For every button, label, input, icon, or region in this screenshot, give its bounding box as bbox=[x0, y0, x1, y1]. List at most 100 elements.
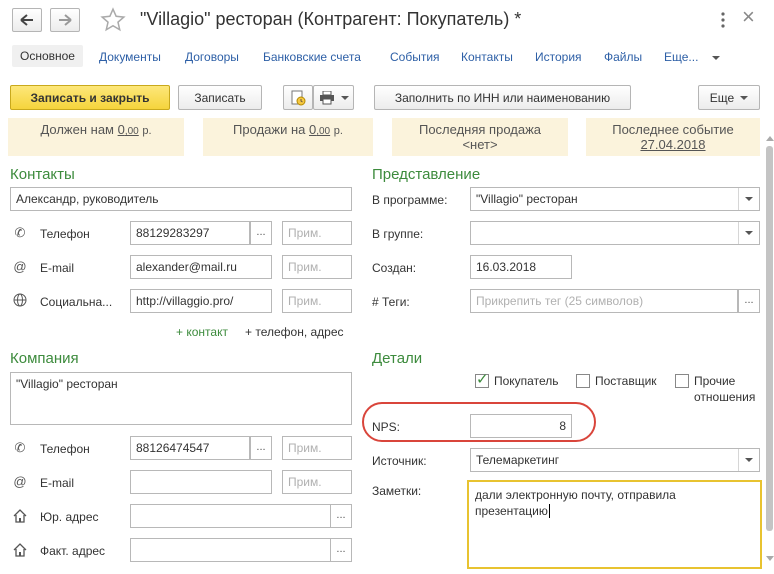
last-event-value[interactable]: 27.04.2018 bbox=[586, 137, 760, 152]
tags-select-button[interactable]: ... bbox=[738, 289, 760, 313]
contact-social-field[interactable]: http://villaggio.pro/ bbox=[130, 289, 272, 313]
contacts-title: Контакты bbox=[10, 166, 75, 183]
tab-contacts[interactable]: Контакты bbox=[461, 50, 513, 64]
tab-more[interactable]: Еще... bbox=[664, 50, 698, 64]
window-title: "Villagio" ресторан (Контрагент: Покупат… bbox=[140, 9, 522, 29]
scroll-up-icon[interactable] bbox=[766, 136, 774, 141]
last-sale-label: Последняя продажа bbox=[418, 122, 541, 137]
more-chevron-icon bbox=[740, 95, 749, 100]
last-event-cell: Последнее событие 27.04.2018 bbox=[586, 118, 760, 156]
contact-phone-field[interactable]: 88129283297 bbox=[130, 221, 250, 245]
actual-address-field[interactable] bbox=[130, 538, 331, 562]
tags-label: # Теги: bbox=[372, 295, 410, 309]
contact-email-field[interactable]: alexander@mail.ru bbox=[130, 255, 272, 279]
phone-icon: ✆ bbox=[14, 225, 26, 240]
notes-textarea[interactable]: дали электронную почту, отправила презен… bbox=[467, 480, 762, 569]
scrollbar[interactable] bbox=[765, 136, 774, 566]
contact-phone-select-button[interactable]: ... bbox=[250, 221, 272, 245]
buyer-label: Покупатель bbox=[494, 374, 559, 388]
other-relations-checkbox[interactable] bbox=[675, 374, 689, 388]
add-phone-address-link[interactable]: + телефон, адрес bbox=[245, 325, 344, 339]
document-clock-icon bbox=[291, 90, 306, 105]
company-email-field[interactable] bbox=[130, 470, 272, 494]
company-phone-select-button[interactable]: ... bbox=[250, 436, 272, 460]
tab-history[interactable]: История bbox=[535, 50, 582, 64]
print-chevron-icon bbox=[341, 95, 349, 100]
group-label: В группе: bbox=[372, 227, 424, 241]
close-button[interactable]: × bbox=[742, 5, 766, 29]
report-button[interactable] bbox=[283, 85, 313, 110]
contact-person-field[interactable]: Александр, руководитель bbox=[10, 187, 352, 211]
company-name-field[interactable]: "Villagio" ресторан bbox=[10, 372, 352, 425]
source-dropdown[interactable] bbox=[738, 449, 758, 471]
company-phone-label: Телефон bbox=[40, 442, 90, 456]
add-contact-link[interactable]: + контакт bbox=[176, 325, 228, 339]
house-icon bbox=[12, 508, 28, 524]
buyer-checkbox[interactable]: ✓ bbox=[475, 371, 489, 388]
star-icon bbox=[100, 7, 126, 32]
more-button-label: Еще bbox=[709, 90, 735, 105]
close-icon: × bbox=[742, 4, 755, 29]
tab-main[interactable]: Основное bbox=[12, 45, 83, 67]
in-program-label: В программе: bbox=[372, 193, 448, 207]
arrow-right-icon bbox=[59, 14, 72, 26]
forward-button[interactable] bbox=[50, 8, 80, 32]
company-email-note-field[interactable]: Прим. bbox=[282, 470, 352, 494]
house-icon bbox=[12, 542, 28, 558]
notes-line-2: презентацию bbox=[475, 504, 550, 518]
source-field[interactable]: Телемаркетинг bbox=[470, 448, 760, 472]
fill-by-inn-button[interactable]: Заполнить по ИНН или наименованию bbox=[374, 85, 631, 110]
company-phone-field[interactable]: 88126474547 bbox=[130, 436, 250, 460]
tab-files[interactable]: Файлы bbox=[604, 50, 642, 64]
chevron-down-icon bbox=[744, 197, 753, 201]
scrollbar-thumb[interactable] bbox=[766, 146, 773, 531]
scroll-down-icon[interactable] bbox=[766, 556, 774, 561]
contact-email-label: E-mail bbox=[40, 261, 75, 275]
save-button[interactable]: Записать bbox=[178, 85, 262, 110]
sales-amount[interactable]: 0,00 bbox=[309, 122, 330, 137]
legal-address-field[interactable] bbox=[130, 504, 331, 528]
vertical-dots-icon bbox=[721, 12, 725, 28]
at-icon: @ bbox=[13, 473, 27, 489]
tags-field[interactable]: Прикрепить тег (25 символов) bbox=[470, 289, 738, 313]
nps-field[interactable]: 8 bbox=[470, 414, 572, 438]
favorite-star-button[interactable] bbox=[100, 7, 126, 33]
chevron-down-icon bbox=[744, 458, 753, 462]
more-actions-button[interactable] bbox=[716, 10, 730, 30]
owes-us-amount[interactable]: 0,00 bbox=[118, 122, 139, 137]
tab-more-chevron-icon bbox=[712, 56, 720, 60]
in-program-dropdown[interactable] bbox=[738, 188, 758, 210]
back-button[interactable] bbox=[12, 8, 42, 32]
actual-address-label: Факт. адрес bbox=[40, 544, 106, 558]
save-and-close-button[interactable]: Записать и закрыть bbox=[10, 85, 170, 110]
group-dropdown[interactable] bbox=[738, 222, 758, 244]
checkmark-icon: ✓ bbox=[476, 371, 489, 388]
actual-address-select-button[interactable]: ... bbox=[330, 538, 352, 562]
company-phone-note-field[interactable]: Прим. bbox=[282, 436, 352, 460]
print-button[interactable] bbox=[313, 85, 354, 110]
contact-phone-note-field[interactable]: Прим. bbox=[282, 221, 352, 245]
contact-phone-label: Телефон bbox=[40, 227, 90, 241]
supplier-checkbox[interactable] bbox=[576, 374, 590, 388]
in-program-field[interactable]: "Villagio" ресторан bbox=[470, 187, 760, 211]
contact-email-note-field[interactable]: Прим. bbox=[282, 255, 352, 279]
sales-label: Продажи на bbox=[233, 122, 306, 137]
printer-icon bbox=[320, 90, 334, 104]
owes-us-currency: р. bbox=[142, 125, 152, 137]
at-icon: @ bbox=[13, 258, 27, 274]
contact-social-note-field[interactable]: Прим. bbox=[282, 289, 352, 313]
group-field[interactable] bbox=[470, 221, 760, 245]
arrow-left-icon bbox=[20, 14, 33, 26]
more-button[interactable]: Еще bbox=[698, 85, 760, 110]
tab-events[interactable]: События bbox=[390, 50, 440, 64]
tab-documents[interactable]: Документы bbox=[99, 50, 161, 64]
created-field[interactable]: 16.03.2018 bbox=[470, 255, 572, 279]
source-label: Источник: bbox=[372, 454, 427, 468]
tab-contracts[interactable]: Договоры bbox=[185, 50, 239, 64]
chevron-down-icon bbox=[744, 231, 753, 235]
tab-bank-accounts[interactable]: Банковские счета bbox=[263, 50, 361, 64]
other-relations-label-line2: отношения bbox=[694, 390, 756, 404]
last-sale-cell: Последняя продажа <нет> bbox=[392, 118, 568, 156]
legal-address-select-button[interactable]: ... bbox=[330, 504, 352, 528]
created-label: Создан: bbox=[372, 261, 417, 275]
